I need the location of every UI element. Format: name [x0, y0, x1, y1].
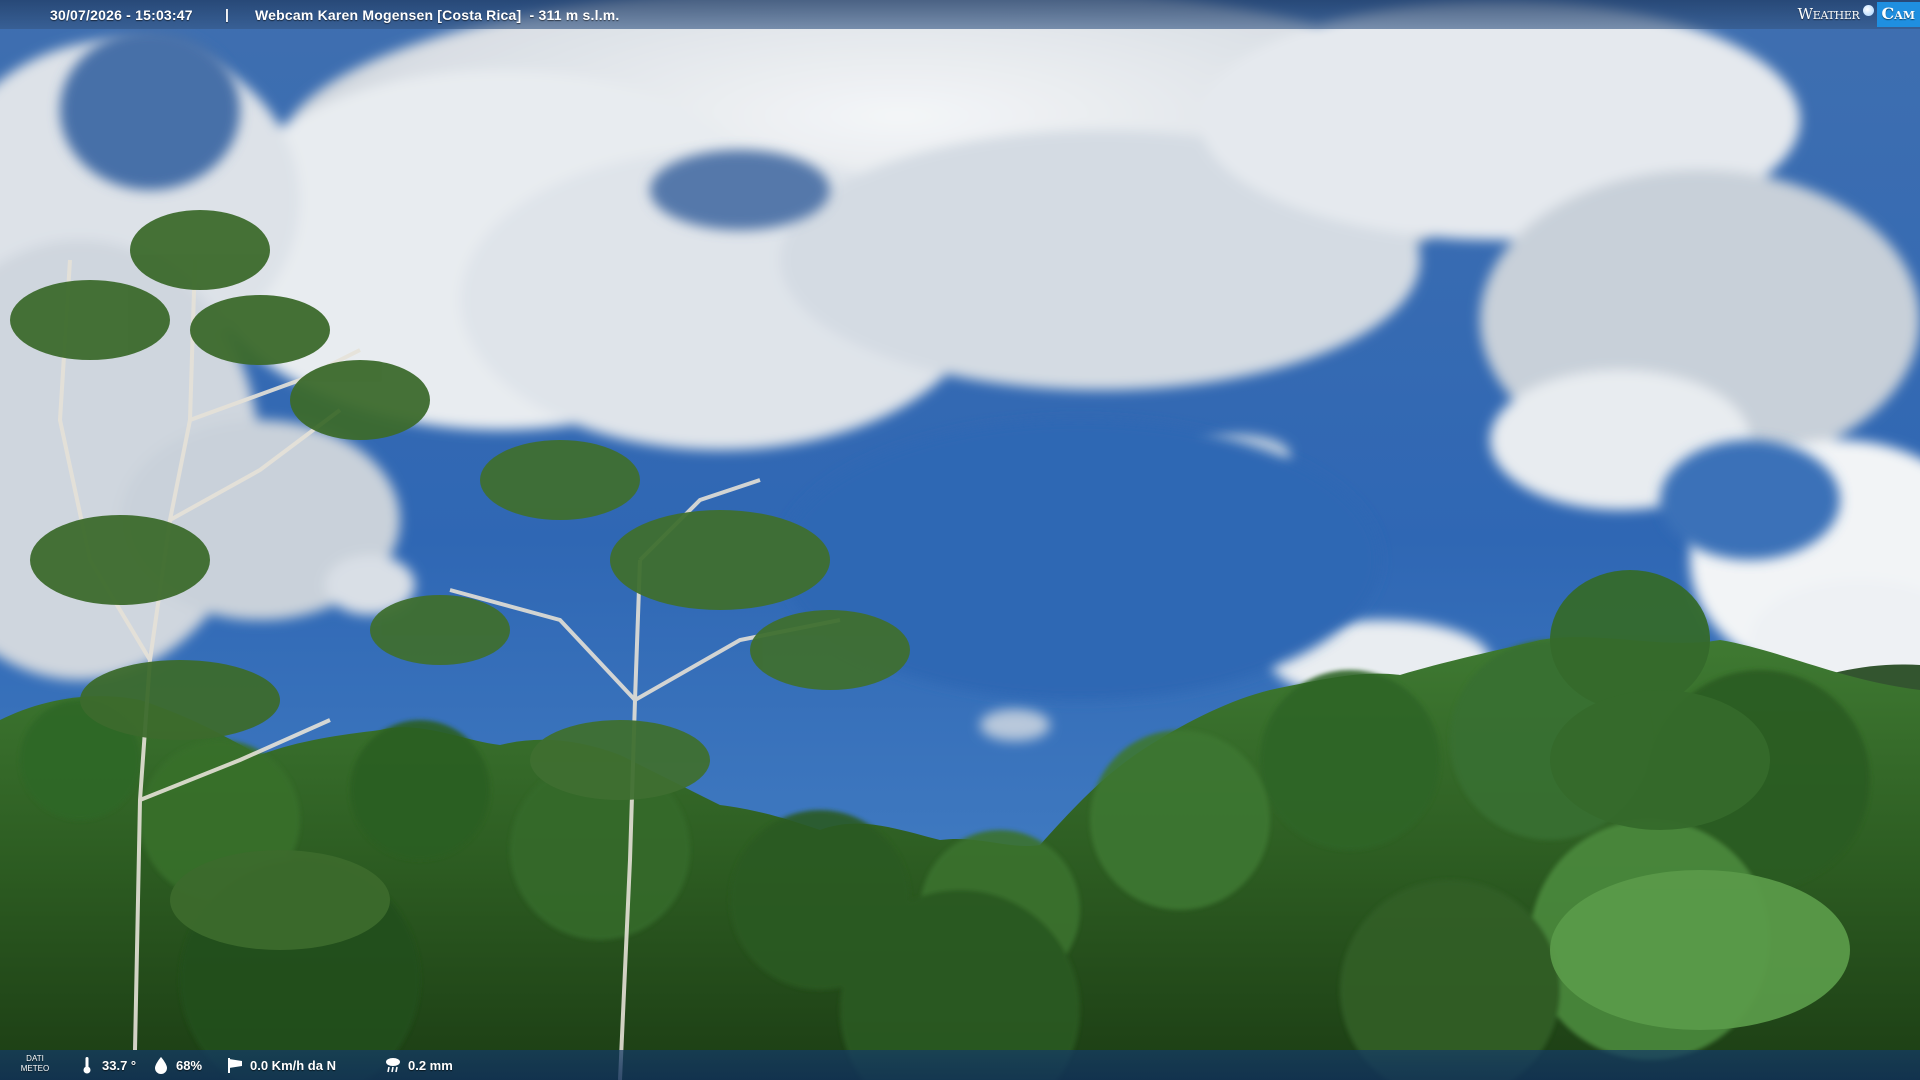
windsock-icon [226, 1056, 244, 1074]
brand-cam-text: Cam [1876, 1, 1920, 27]
humidity-readout: 68% [152, 1050, 202, 1080]
timestamp: 30/07/2026 - 15:03:47 [50, 7, 193, 23]
meteo-label-line2: METEO [20, 1064, 50, 1073]
brand-weather-text: Weather [1797, 5, 1860, 23]
temperature-readout: 33.7 ° [78, 1050, 136, 1080]
weathercam-logo[interactable]: Weather Cam [1798, 1, 1920, 27]
weather-data-bar: DATI METEO 33.7 ° 68% 0.0 Km/h da N 0.2 … [0, 1050, 1920, 1080]
webcam-title: Webcam Karen Mogensen [Costa Rica] - 311… [255, 7, 620, 23]
meteo-label-line1: DATI [26, 1054, 44, 1063]
humidity-value: 68% [176, 1057, 203, 1073]
wind-readout: 0.0 Km/h da N [226, 1050, 336, 1080]
webcam-header-bar: 30/07/2026 - 15:03:47 | Webcam Karen Mog… [0, 0, 1920, 29]
webcam-landscape [0, 0, 1920, 1080]
brand-dot-icon [1862, 4, 1874, 16]
rain-readout: 0.2 mm [384, 1050, 453, 1080]
temperature-value: 33.7 ° [102, 1057, 137, 1073]
wind-value: 0.0 Km/h da N [250, 1057, 336, 1073]
droplet-icon [152, 1056, 170, 1074]
title-separator: | [225, 6, 229, 22]
rain-value: 0.2 mm [408, 1057, 453, 1073]
rain-cloud-icon [384, 1056, 402, 1074]
webcam-image [0, 0, 1920, 1080]
meteo-label: DATI METEO [18, 1054, 52, 1074]
thermometer-icon [78, 1056, 96, 1074]
